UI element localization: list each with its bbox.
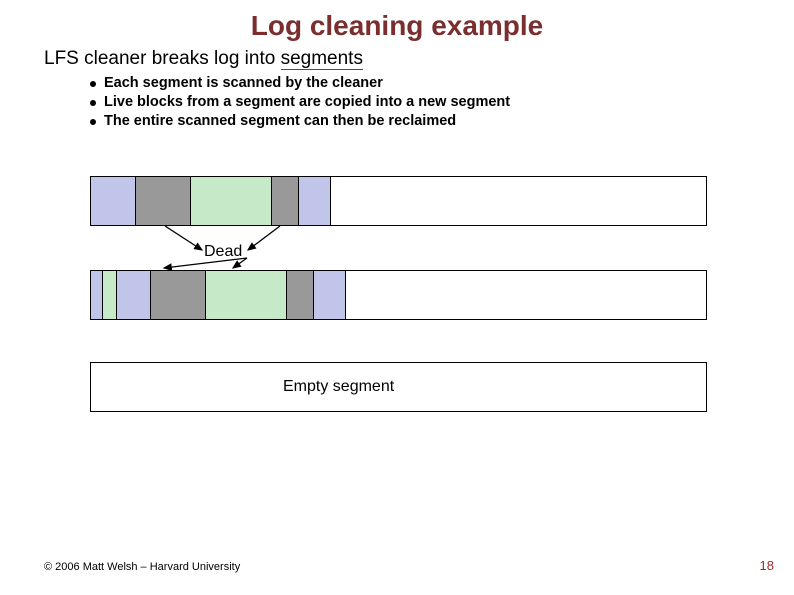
bullet-text: Each segment is scanned by the cleaner (104, 74, 383, 93)
segment-row-1 (90, 176, 707, 226)
slide-subtitle: LFS cleaner breaks log into segments (44, 48, 794, 70)
bullet-list: Each segment is scanned by the cleaner L… (90, 74, 794, 131)
subtitle-underlined: segments (281, 48, 363, 70)
segment-block (91, 363, 706, 411)
segment-block (136, 177, 191, 225)
segment-block (331, 177, 706, 225)
segment-block (206, 271, 288, 319)
segment-block (91, 271, 103, 319)
bullet-text: The entire scanned segment can then be r… (104, 112, 456, 131)
segment-block (314, 271, 346, 319)
segment-block (191, 177, 273, 225)
page-number: 18 (760, 558, 774, 573)
subtitle-prefix: LFS cleaner breaks log into (44, 48, 281, 69)
segment-row-2 (90, 270, 707, 320)
copyright-footer: © 2006 Matt Welsh – Harvard University (44, 561, 240, 573)
segment-block (117, 271, 151, 319)
segment-block (103, 271, 117, 319)
arrow-line (248, 226, 280, 250)
arrow-line (165, 226, 202, 250)
dead-label: Dead (204, 243, 242, 261)
bullet-icon (90, 81, 96, 87)
bullet-icon (90, 119, 96, 125)
list-item: Each segment is scanned by the cleaner (90, 74, 794, 93)
segment-block (151, 271, 206, 319)
slide-title: Log cleaning example (0, 0, 794, 42)
list-item: The entire scanned segment can then be r… (90, 112, 794, 131)
segment-block (346, 271, 706, 319)
segment-block (272, 177, 299, 225)
bullet-icon (90, 100, 96, 106)
segment-row-3 (90, 362, 707, 412)
segment-block (91, 177, 136, 225)
segment-block (287, 271, 314, 319)
segment-block (299, 177, 331, 225)
list-item: Live blocks from a segment are copied in… (90, 93, 794, 112)
empty-segment-label: Empty segment (283, 378, 394, 396)
bullet-text: Live blocks from a segment are copied in… (104, 93, 510, 112)
